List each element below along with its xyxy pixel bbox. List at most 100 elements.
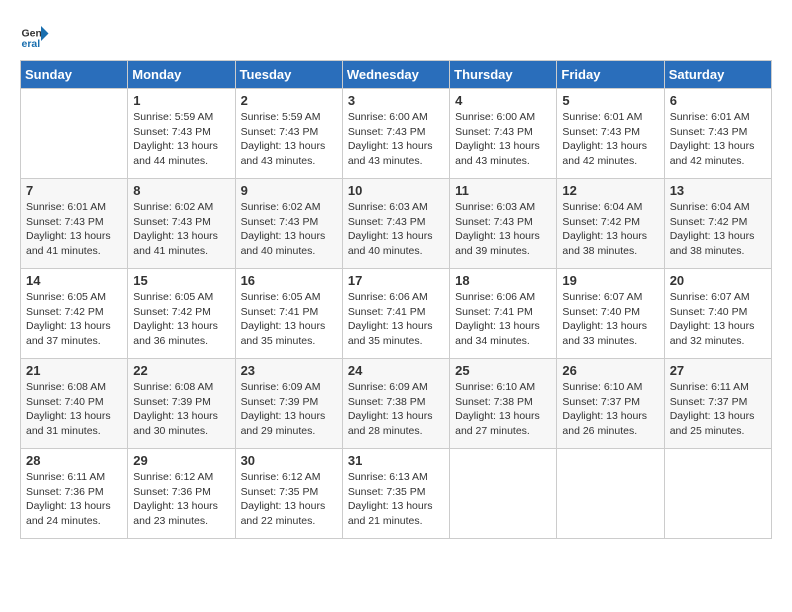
header-saturday: Saturday: [664, 61, 771, 89]
header-friday: Friday: [557, 61, 664, 89]
day-number: 31: [348, 453, 444, 468]
day-number: 12: [562, 183, 658, 198]
header-row: SundayMondayTuesdayWednesdayThursdayFrid…: [21, 61, 772, 89]
day-info: Sunrise: 6:06 AM Sunset: 7:41 PM Dayligh…: [455, 290, 551, 349]
day-number: 15: [133, 273, 229, 288]
day-info: Sunrise: 6:02 AM Sunset: 7:43 PM Dayligh…: [241, 200, 337, 259]
day-number: 9: [241, 183, 337, 198]
day-info: Sunrise: 6:12 AM Sunset: 7:36 PM Dayligh…: [133, 470, 229, 529]
day-number: 4: [455, 93, 551, 108]
day-number: 20: [670, 273, 766, 288]
day-number: 18: [455, 273, 551, 288]
day-info: Sunrise: 6:09 AM Sunset: 7:38 PM Dayligh…: [348, 380, 444, 439]
day-cell: 23 Sunrise: 6:09 AM Sunset: 7:39 PM Dayli…: [235, 359, 342, 449]
day-info: Sunrise: 6:05 AM Sunset: 7:41 PM Dayligh…: [241, 290, 337, 349]
day-cell: 31 Sunrise: 6:13 AM Sunset: 7:35 PM Dayli…: [342, 449, 449, 539]
day-info: Sunrise: 6:01 AM Sunset: 7:43 PM Dayligh…: [562, 110, 658, 169]
week-row-5: 28 Sunrise: 6:11 AM Sunset: 7:36 PM Dayli…: [21, 449, 772, 539]
week-row-4: 21 Sunrise: 6:08 AM Sunset: 7:40 PM Dayli…: [21, 359, 772, 449]
day-cell: 18 Sunrise: 6:06 AM Sunset: 7:41 PM Dayli…: [450, 269, 557, 359]
day-number: 28: [26, 453, 122, 468]
day-cell: 10 Sunrise: 6:03 AM Sunset: 7:43 PM Dayli…: [342, 179, 449, 269]
day-cell: 6 Sunrise: 6:01 AM Sunset: 7:43 PM Daylig…: [664, 89, 771, 179]
day-number: 3: [348, 93, 444, 108]
day-info: Sunrise: 6:07 AM Sunset: 7:40 PM Dayligh…: [562, 290, 658, 349]
day-info: Sunrise: 6:10 AM Sunset: 7:38 PM Dayligh…: [455, 380, 551, 439]
week-row-3: 14 Sunrise: 6:05 AM Sunset: 7:42 PM Dayli…: [21, 269, 772, 359]
day-cell: 21 Sunrise: 6:08 AM Sunset: 7:40 PM Dayli…: [21, 359, 128, 449]
day-number: 2: [241, 93, 337, 108]
week-row-1: 1 Sunrise: 5:59 AM Sunset: 7:43 PM Daylig…: [21, 89, 772, 179]
day-info: Sunrise: 6:03 AM Sunset: 7:43 PM Dayligh…: [348, 200, 444, 259]
day-cell: 12 Sunrise: 6:04 AM Sunset: 7:42 PM Dayli…: [557, 179, 664, 269]
day-number: 6: [670, 93, 766, 108]
day-info: Sunrise: 6:00 AM Sunset: 7:43 PM Dayligh…: [455, 110, 551, 169]
day-cell: 8 Sunrise: 6:02 AM Sunset: 7:43 PM Daylig…: [128, 179, 235, 269]
day-info: Sunrise: 6:08 AM Sunset: 7:39 PM Dayligh…: [133, 380, 229, 439]
day-info: Sunrise: 6:04 AM Sunset: 7:42 PM Dayligh…: [562, 200, 658, 259]
day-info: Sunrise: 5:59 AM Sunset: 7:43 PM Dayligh…: [133, 110, 229, 169]
header-tuesday: Tuesday: [235, 61, 342, 89]
day-cell: 15 Sunrise: 6:05 AM Sunset: 7:42 PM Dayli…: [128, 269, 235, 359]
day-cell: [450, 449, 557, 539]
day-number: 1: [133, 93, 229, 108]
day-cell: [21, 89, 128, 179]
day-number: 21: [26, 363, 122, 378]
day-cell: [664, 449, 771, 539]
calendar-table: SundayMondayTuesdayWednesdayThursdayFrid…: [20, 60, 772, 539]
logo: Gen eral: [20, 20, 52, 50]
day-cell: 19 Sunrise: 6:07 AM Sunset: 7:40 PM Dayli…: [557, 269, 664, 359]
day-info: Sunrise: 6:08 AM Sunset: 7:40 PM Dayligh…: [26, 380, 122, 439]
day-number: 16: [241, 273, 337, 288]
day-cell: [557, 449, 664, 539]
day-number: 22: [133, 363, 229, 378]
day-number: 27: [670, 363, 766, 378]
day-cell: 26 Sunrise: 6:10 AM Sunset: 7:37 PM Dayli…: [557, 359, 664, 449]
day-info: Sunrise: 6:00 AM Sunset: 7:43 PM Dayligh…: [348, 110, 444, 169]
day-number: 19: [562, 273, 658, 288]
day-number: 10: [348, 183, 444, 198]
day-info: Sunrise: 6:03 AM Sunset: 7:43 PM Dayligh…: [455, 200, 551, 259]
day-number: 26: [562, 363, 658, 378]
header-thursday: Thursday: [450, 61, 557, 89]
day-cell: 22 Sunrise: 6:08 AM Sunset: 7:39 PM Dayli…: [128, 359, 235, 449]
day-cell: 13 Sunrise: 6:04 AM Sunset: 7:42 PM Dayli…: [664, 179, 771, 269]
day-info: Sunrise: 6:13 AM Sunset: 7:35 PM Dayligh…: [348, 470, 444, 529]
day-info: Sunrise: 6:07 AM Sunset: 7:40 PM Dayligh…: [670, 290, 766, 349]
day-info: Sunrise: 6:02 AM Sunset: 7:43 PM Dayligh…: [133, 200, 229, 259]
day-cell: 30Sunrise: 6:12 AM Sunset: 7:35 PM Dayli…: [235, 449, 342, 539]
day-info: Sunrise: 6:12 AM Sunset: 7:35 PM Dayligh…: [241, 470, 337, 529]
day-info: Sunrise: 6:01 AM Sunset: 7:43 PM Dayligh…: [670, 110, 766, 169]
calendar-header: SundayMondayTuesdayWednesdayThursdayFrid…: [21, 61, 772, 89]
day-cell: 5Sunrise: 6:01 AM Sunset: 7:43 PM Daylig…: [557, 89, 664, 179]
day-number: 23: [241, 363, 337, 378]
day-number: 7: [26, 183, 122, 198]
day-cell: 2 Sunrise: 5:59 AM Sunset: 7:43 PM Daylig…: [235, 89, 342, 179]
day-number: 29: [133, 453, 229, 468]
day-info: Sunrise: 6:01 AM Sunset: 7:43 PM Dayligh…: [26, 200, 122, 259]
day-info: Sunrise: 6:09 AM Sunset: 7:39 PM Dayligh…: [241, 380, 337, 439]
day-cell: 24Sunrise: 6:09 AM Sunset: 7:38 PM Dayli…: [342, 359, 449, 449]
day-number: 25: [455, 363, 551, 378]
day-cell: 25 Sunrise: 6:10 AM Sunset: 7:38 PM Dayli…: [450, 359, 557, 449]
day-cell: 3 Sunrise: 6:00 AM Sunset: 7:43 PM Daylig…: [342, 89, 449, 179]
header-wednesday: Wednesday: [342, 61, 449, 89]
day-number: 13: [670, 183, 766, 198]
day-cell: 27Sunrise: 6:11 AM Sunset: 7:37 PM Dayli…: [664, 359, 771, 449]
day-info: Sunrise: 6:05 AM Sunset: 7:42 PM Dayligh…: [133, 290, 229, 349]
logo-icon: Gen eral: [20, 20, 50, 50]
day-number: 8: [133, 183, 229, 198]
day-cell: 9 Sunrise: 6:02 AM Sunset: 7:43 PM Daylig…: [235, 179, 342, 269]
day-cell: 16 Sunrise: 6:05 AM Sunset: 7:41 PM Dayli…: [235, 269, 342, 359]
day-cell: 4 Sunrise: 6:00 AM Sunset: 7:43 PM Daylig…: [450, 89, 557, 179]
day-number: 14: [26, 273, 122, 288]
day-cell: 28 Sunrise: 6:11 AM Sunset: 7:36 PM Dayli…: [21, 449, 128, 539]
day-info: Sunrise: 5:59 AM Sunset: 7:43 PM Dayligh…: [241, 110, 337, 169]
day-info: Sunrise: 6:04 AM Sunset: 7:42 PM Dayligh…: [670, 200, 766, 259]
day-info: Sunrise: 6:06 AM Sunset: 7:41 PM Dayligh…: [348, 290, 444, 349]
day-cell: 7 Sunrise: 6:01 AM Sunset: 7:43 PM Daylig…: [21, 179, 128, 269]
day-info: Sunrise: 6:11 AM Sunset: 7:36 PM Dayligh…: [26, 470, 122, 529]
day-cell: 14Sunrise: 6:05 AM Sunset: 7:42 PM Dayli…: [21, 269, 128, 359]
week-row-2: 7 Sunrise: 6:01 AM Sunset: 7:43 PM Daylig…: [21, 179, 772, 269]
day-info: Sunrise: 6:10 AM Sunset: 7:37 PM Dayligh…: [562, 380, 658, 439]
